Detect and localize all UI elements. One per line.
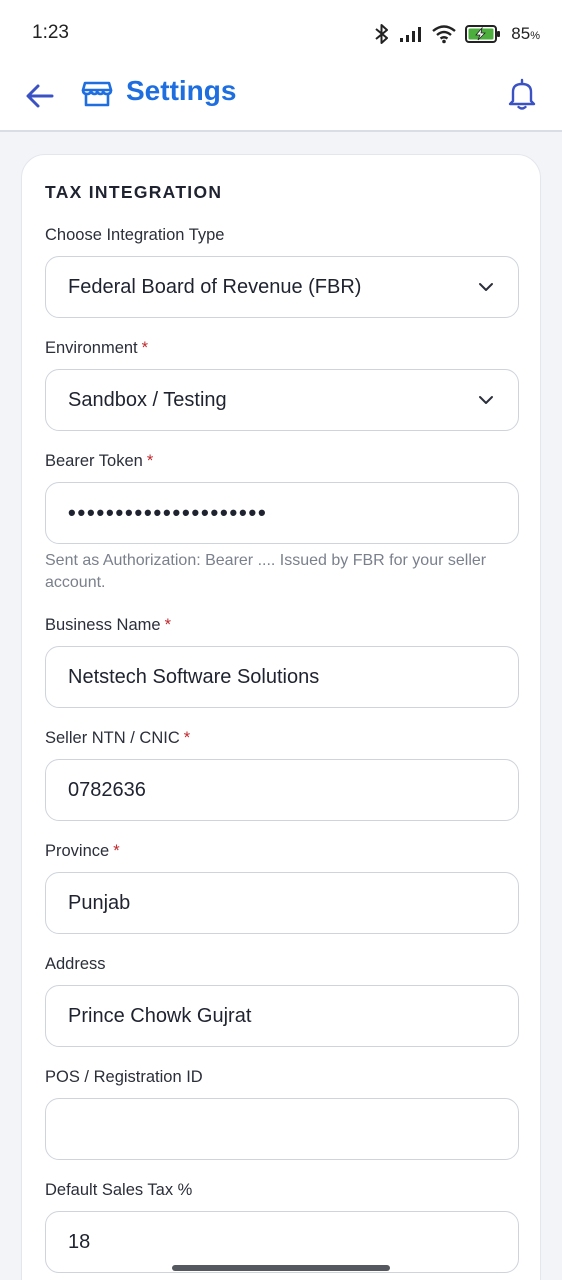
address-value: Prince Chowk Gujrat [68, 1004, 252, 1027]
business-name-label: Business Name * [45, 616, 171, 634]
seller-ntn-input[interactable]: 0782636 [45, 759, 519, 821]
address-label: Address [45, 955, 106, 973]
default-tax-value: 18 [68, 1230, 91, 1253]
chevron-down-icon [479, 283, 493, 291]
notification-bell-icon[interactable] [504, 76, 540, 112]
province-input[interactable]: Punjab [45, 872, 519, 934]
app-bar: Settings [0, 66, 562, 132]
required-mark: * [146, 452, 154, 470]
battery-percent: 85% [511, 24, 540, 43]
home-indicator[interactable] [172, 1265, 390, 1271]
province-label: Province * [45, 842, 120, 860]
integration-type-select[interactable]: Federal Board of Revenue (FBR) [45, 256, 519, 318]
business-name-input[interactable]: Netstech Software Solutions [45, 646, 519, 708]
bearer-token-helper: Sent as Authorization: Bearer .... Issue… [45, 552, 487, 591]
required-mark: * [141, 339, 149, 357]
seller-ntn-value: 0782636 [68, 778, 146, 801]
wifi-icon [432, 25, 457, 44]
business-name-value: Netstech Software Solutions [68, 665, 320, 688]
status-icons: 85% [373, 20, 540, 48]
environment-select[interactable]: Sandbox / Testing [45, 369, 519, 431]
integration-type-value: Federal Board of Revenue (FBR) [68, 275, 362, 298]
signal-icon [400, 27, 422, 42]
environment-label: Environment * [45, 339, 149, 357]
environment-value: Sandbox / Testing [68, 388, 227, 411]
integration-type-label: Choose Integration Type [45, 226, 225, 244]
tax-integration-card: TAX INTEGRATION Choose Integration Type … [21, 154, 541, 1280]
page-title: Settings [126, 75, 237, 106]
required-mark: * [183, 729, 191, 747]
status-time: 1:23 [32, 22, 69, 43]
bearer-token-label: Bearer Token * [45, 452, 154, 470]
bearer-token-input[interactable]: ••••••••••••••••••••• [45, 482, 519, 544]
back-arrow-icon[interactable] [22, 78, 58, 114]
pos-id-label: POS / Registration ID [45, 1068, 203, 1086]
section-title: TAX INTEGRATION [45, 182, 223, 202]
required-mark: * [164, 616, 171, 634]
default-tax-label: Default Sales Tax % [45, 1181, 193, 1199]
address-input[interactable]: Prince Chowk Gujrat [45, 985, 519, 1047]
default-tax-input[interactable]: 18 [45, 1211, 519, 1273]
battery-charging-icon [465, 25, 501, 43]
province-value: Punjab [68, 891, 131, 914]
seller-ntn-label: Seller NTN / CNIC * [45, 729, 191, 747]
bluetooth-icon [375, 24, 389, 44]
bearer-token-value: ••••••••••••••••••••• [68, 500, 268, 525]
status-bar: 1:23 85% [0, 0, 562, 66]
pos-id-input[interactable] [45, 1098, 519, 1160]
chevron-down-icon [479, 396, 493, 404]
required-mark: * [113, 842, 120, 860]
store-icon [81, 81, 113, 107]
